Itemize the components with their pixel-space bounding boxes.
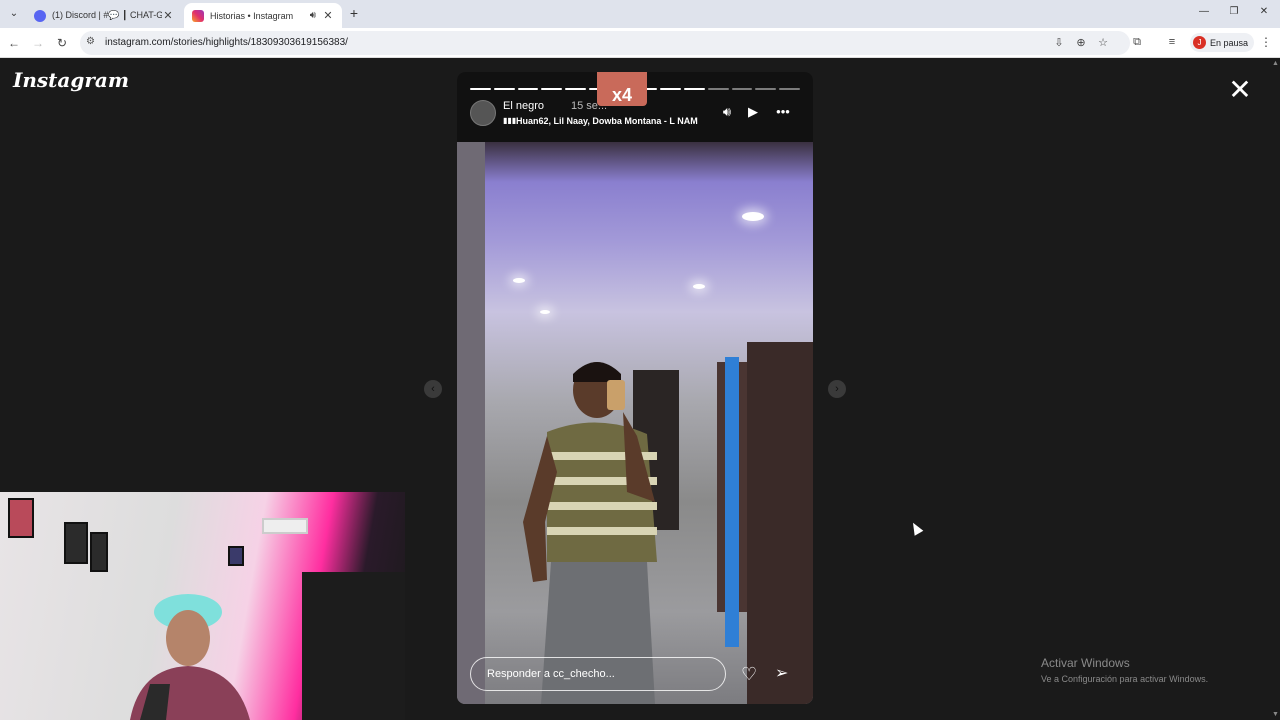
ceiling-light xyxy=(693,284,705,289)
speaker-icon[interactable]: 🔊︎ xyxy=(310,10,316,21)
mute-icon[interactable]: 🔊︎ xyxy=(719,104,735,120)
instagram-page: Instagram ✕ ▲ ▼ ‹ › El negro 15 se... ▮▮… xyxy=(0,58,1280,720)
sticker: x4 xyxy=(597,72,647,106)
person-photo xyxy=(523,362,657,704)
zoom-icon[interactable]: ⊕ xyxy=(1074,36,1088,49)
author-avatar[interactable] xyxy=(470,100,496,126)
new-tab-button[interactable]: + xyxy=(346,5,362,21)
forward-icon[interactable]: → xyxy=(30,35,46,51)
tab-instagram[interactable]: Historias • Instagram 🔊︎ ✕ xyxy=(184,3,342,28)
browser-menu-icon[interactable]: ⋮ xyxy=(1260,35,1272,49)
scroll-down-icon[interactable]: ▼ xyxy=(1272,711,1279,718)
streamer-photo xyxy=(130,594,250,720)
close-tab-icon[interactable]: ✕ xyxy=(322,9,334,22)
avatar: J xyxy=(1193,36,1206,49)
url-text: instagram.com/stories/highlights/1830930… xyxy=(105,37,348,48)
activation-title: Activar Windows xyxy=(1041,656,1130,670)
browser-window: ⌄ (1) Discord | #💬 ┃ CHAT-GENE ✕ Histori… xyxy=(0,0,1280,720)
progress-segment xyxy=(731,88,753,90)
shelf xyxy=(302,572,405,720)
progress-segment xyxy=(660,88,682,90)
ceiling-light xyxy=(742,212,764,221)
tab-title: (1) Discord | #💬 ┃ CHAT-GENE xyxy=(52,10,162,20)
browser-toolbar: ← → ↻ ⚙ instagram.com/stories/highlights… xyxy=(0,28,1280,58)
heart-icon[interactable]: ♡ xyxy=(741,665,757,683)
reload-icon[interactable]: ↻ xyxy=(54,35,70,51)
progress-segment xyxy=(541,88,563,90)
progress-segment xyxy=(684,88,705,90)
close-window-icon[interactable]: ✕ xyxy=(1256,6,1272,17)
tab-title: Historias • Instagram xyxy=(210,10,294,21)
wall-picture xyxy=(8,498,34,538)
wall-picture xyxy=(90,532,108,572)
send-icon[interactable]: ➢ xyxy=(775,665,788,683)
site-info-icon[interactable]: ⚙ xyxy=(86,36,95,47)
minimize-icon[interactable]: — xyxy=(1196,6,1212,17)
mouse-cursor-icon xyxy=(908,520,924,536)
back-icon[interactable]: ← xyxy=(6,35,22,51)
next-story-button[interactable]: › xyxy=(828,380,846,398)
door-panel xyxy=(725,357,739,647)
previous-story-button[interactable]: ‹ xyxy=(424,380,442,398)
more-options-icon[interactable]: ••• xyxy=(775,104,791,119)
activation-subtitle: Ve a Configuración para activar Windows. xyxy=(1041,674,1209,684)
extensions-icon[interactable]: ⧉ xyxy=(1130,36,1144,49)
profile-button[interactable]: J En pausa xyxy=(1190,33,1255,52)
close-tab-icon[interactable]: ✕ xyxy=(162,9,174,22)
progress-segment xyxy=(470,88,491,90)
media-controls-icon[interactable]: ≡ xyxy=(1165,36,1179,48)
tab-search-icon[interactable]: ⌄ xyxy=(6,6,22,22)
ceiling-light xyxy=(540,310,550,314)
webcam-overlay xyxy=(0,492,405,720)
progress-segment xyxy=(779,88,800,90)
progress-segment xyxy=(755,88,777,90)
tab-discord[interactable]: (1) Discord | #💬 ┃ CHAT-GENE ✕ xyxy=(26,3,182,28)
scroll-up-icon[interactable]: ▲ xyxy=(1272,60,1279,67)
restore-icon[interactable]: ❐ xyxy=(1226,6,1242,17)
story-viewer[interactable]: El negro 15 se... ▮▮▮ Huan62, Lil Naay, … xyxy=(457,72,813,704)
tab-bar: ⌄ (1) Discord | #💬 ┃ CHAT-GENE ✕ Histori… xyxy=(0,0,1280,28)
install-app-icon[interactable]: ⇩ xyxy=(1052,36,1066,49)
discord-icon xyxy=(34,9,46,22)
music-icon: ▮▮▮ xyxy=(503,116,517,125)
profile-label: En pausa xyxy=(1210,37,1249,48)
restroom-stall xyxy=(747,342,813,704)
wall-picture xyxy=(64,522,88,564)
reply-input[interactable]: Responder a cc_checho... xyxy=(470,657,726,691)
wall-picture xyxy=(228,546,244,566)
story-author[interactable]: El negro xyxy=(503,100,544,112)
bookmark-star-icon[interactable]: ☆ xyxy=(1096,36,1110,49)
story-music[interactable]: Huan62, Lil Naay, Dowba Montana - L NAM xyxy=(516,116,706,126)
instagram-icon xyxy=(192,9,204,22)
close-icon[interactable]: ✕ xyxy=(1226,76,1254,104)
progress-segment xyxy=(707,88,729,90)
progress-segment xyxy=(517,88,539,90)
side-wall xyxy=(457,142,485,704)
air-conditioner xyxy=(262,518,308,534)
scrollbar[interactable]: ▲ ▼ xyxy=(1270,58,1280,720)
progress-segment xyxy=(493,88,515,90)
address-bar[interactable]: ⚙ instagram.com/stories/highlights/18309… xyxy=(80,31,1130,55)
instagram-logo[interactable]: Instagram xyxy=(13,68,129,92)
play-icon[interactable]: ▶ xyxy=(745,104,761,120)
ceiling-light xyxy=(513,278,525,283)
progress-segment xyxy=(565,88,586,90)
